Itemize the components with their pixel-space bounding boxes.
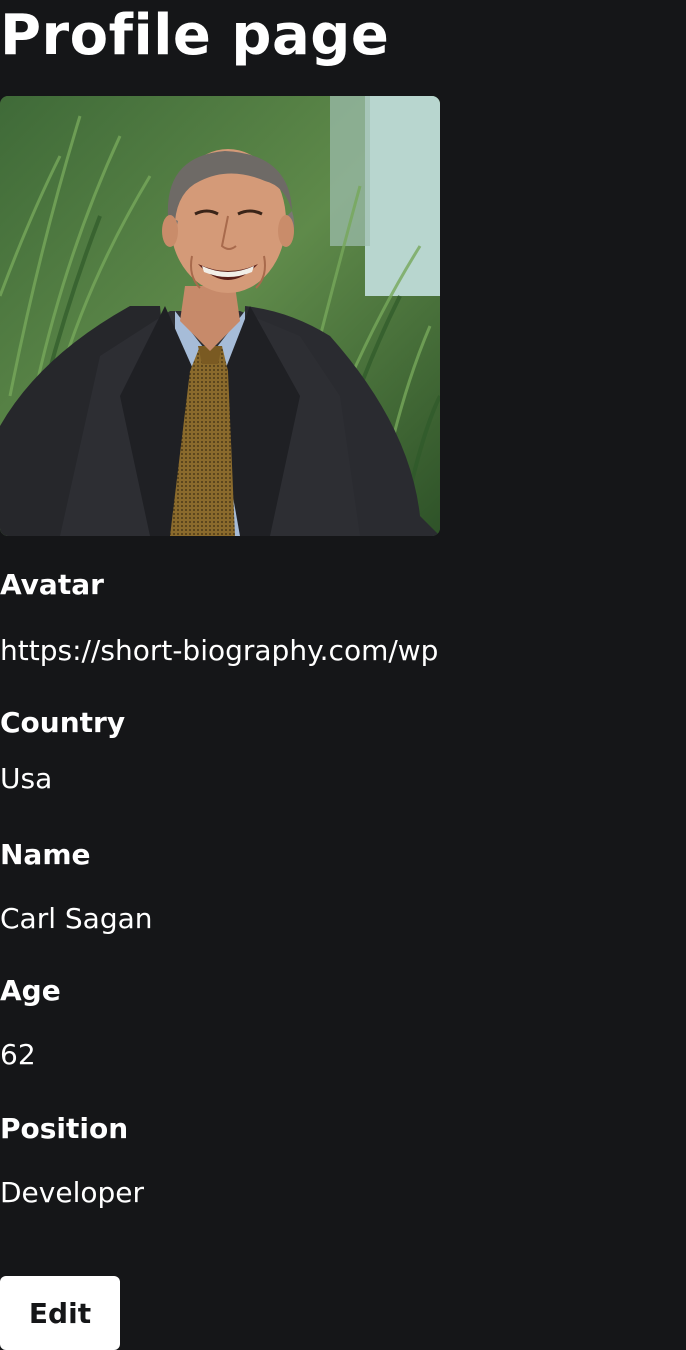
field-value-age: 62 — [0, 1038, 36, 1071]
field-value-avatar-url: https://short-biography.com/wp — [0, 634, 439, 667]
edit-button[interactable]: Edit — [0, 1276, 120, 1350]
field-label-country: Country — [0, 706, 126, 739]
field-value-country: Usa — [0, 762, 53, 795]
field-value-name: Carl Sagan — [0, 902, 153, 935]
field-label-avatar: Avatar — [0, 568, 104, 601]
avatar-portrait — [0, 96, 440, 536]
field-label-position: Position — [0, 1112, 129, 1145]
field-label-age: Age — [0, 974, 61, 1007]
avatar-image — [0, 96, 440, 536]
field-value-position: Developer — [0, 1176, 145, 1209]
field-label-name: Name — [0, 838, 91, 871]
page-title: Profile page — [0, 3, 390, 68]
profile-page: Profile page Avatar https://short-biogra… — [0, 0, 686, 1350]
